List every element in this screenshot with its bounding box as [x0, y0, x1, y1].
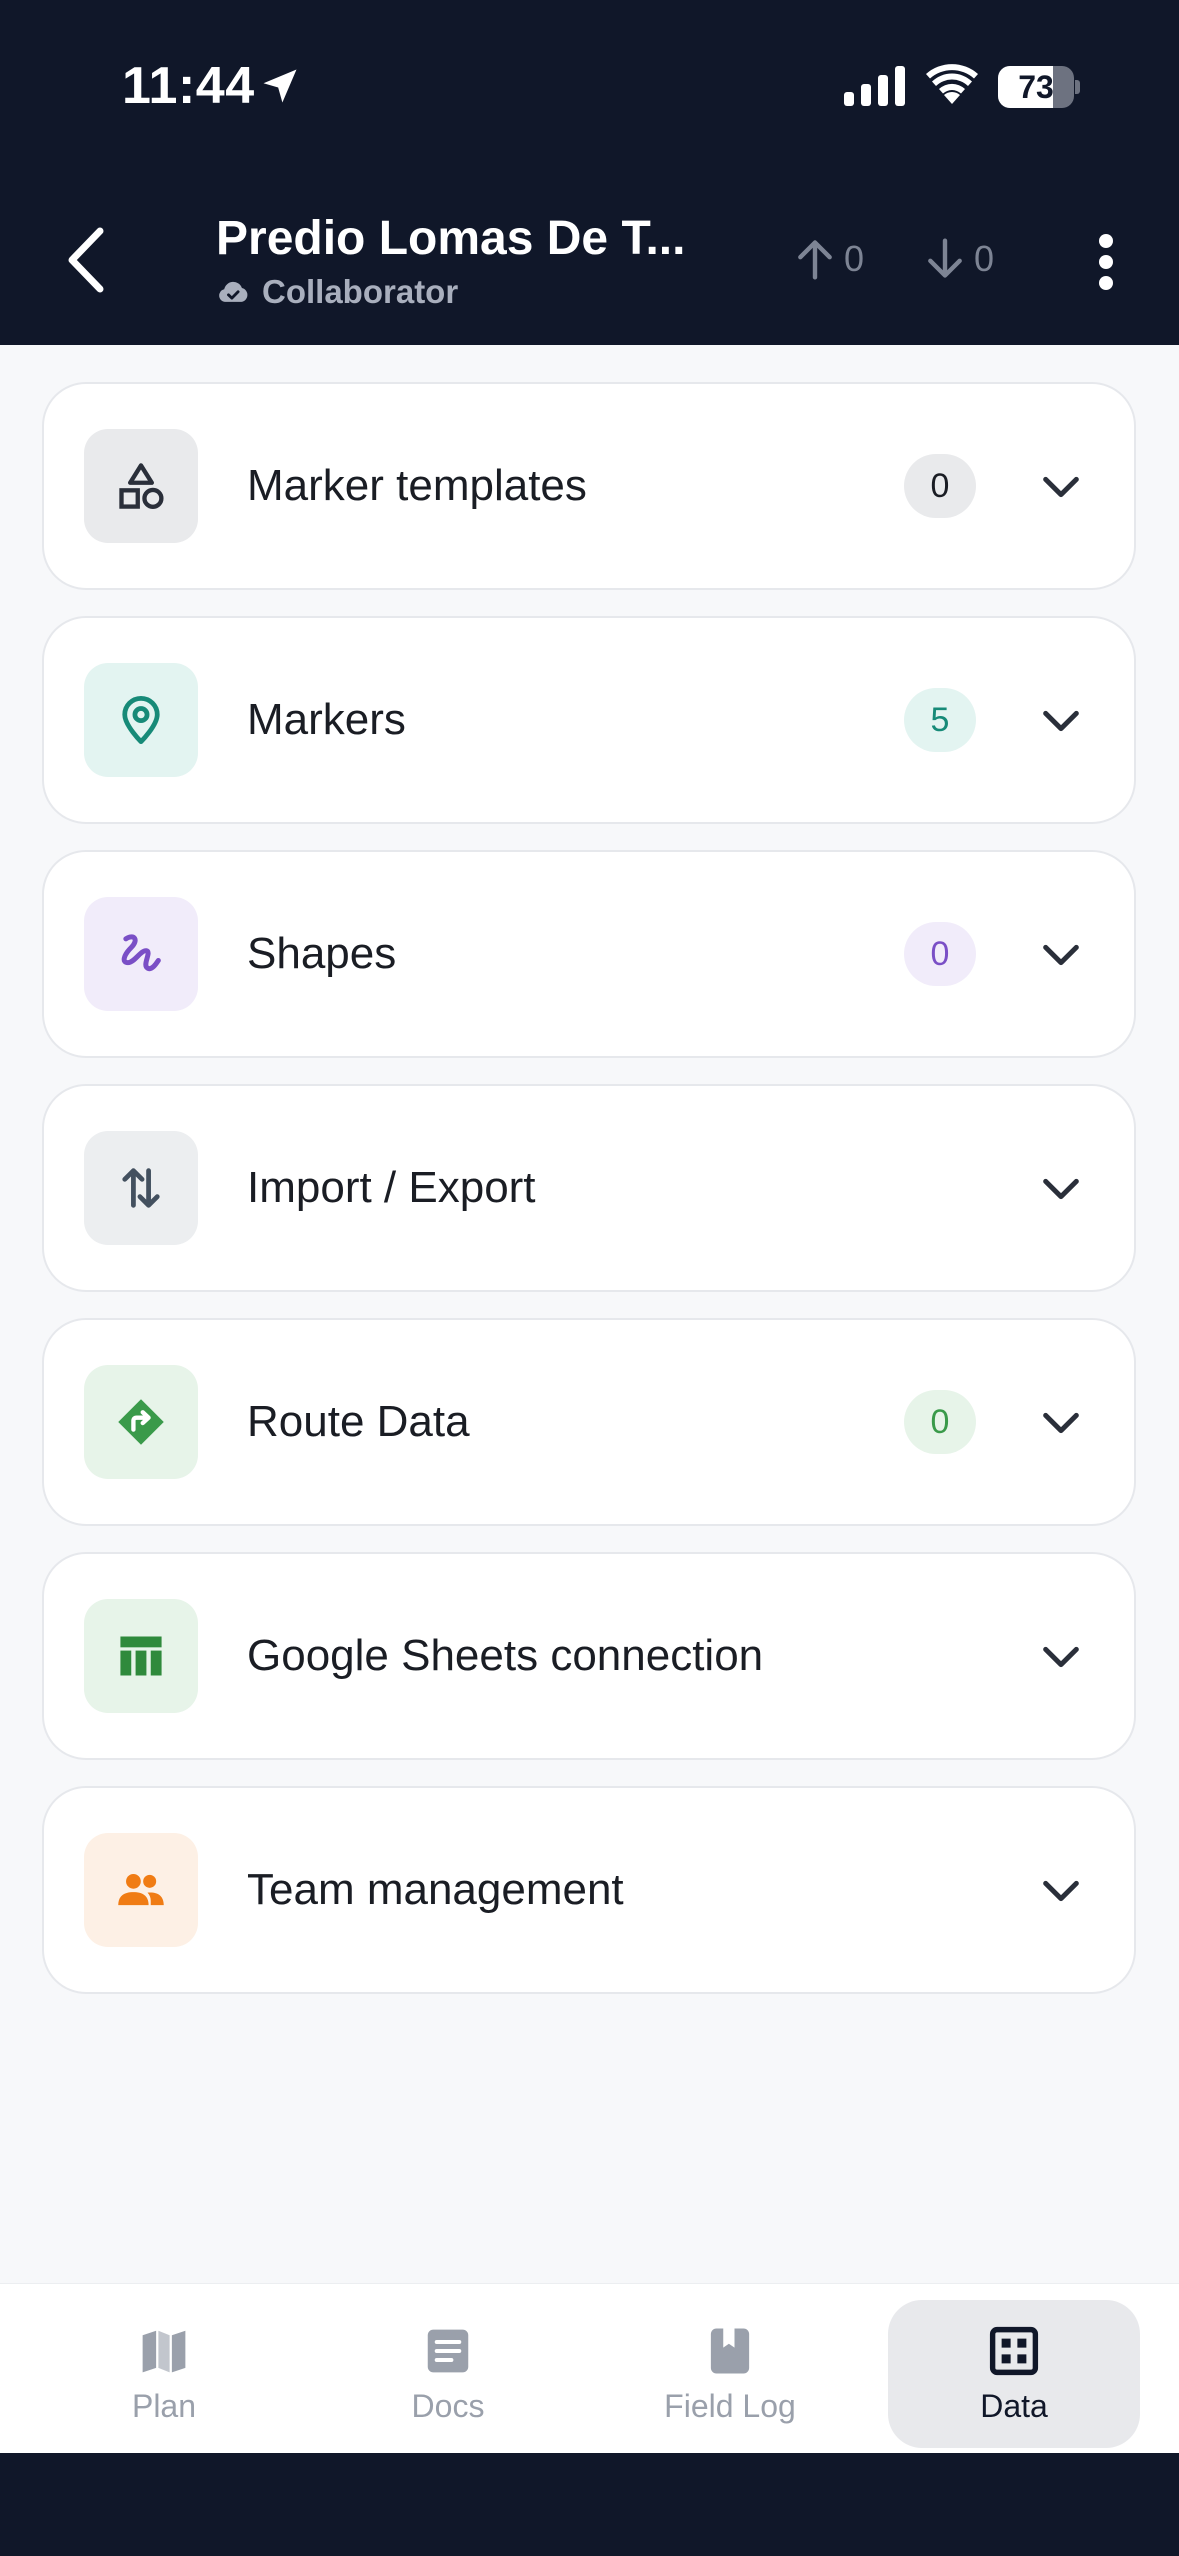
tab-plan[interactable]: Plan — [38, 2300, 290, 2448]
location-arrow-icon — [263, 69, 297, 103]
section-label: Marker templates — [247, 461, 587, 510]
tab-field-log[interactable]: Field Log — [604, 2300, 856, 2448]
home-indicator-area — [0, 2453, 1179, 2556]
chevron-left-icon — [68, 227, 104, 293]
role-label: Collaborator — [262, 273, 459, 310]
section-icon-box — [84, 663, 198, 777]
back-button[interactable] — [52, 220, 120, 300]
section-icon-box — [84, 1131, 198, 1245]
section-label: Google Sheets connection — [247, 1631, 764, 1680]
section-marker-templates[interactable]: Marker templates 0 — [42, 382, 1136, 590]
more-vertical-icon — [1099, 234, 1113, 290]
grid-icon — [989, 2326, 1039, 2375]
section-google-sheets[interactable]: Google Sheets connection — [42, 1552, 1136, 1760]
chevron-down-icon[interactable] — [1038, 1634, 1084, 1680]
map-icon — [142, 2330, 186, 2372]
more-options-button[interactable] — [1086, 227, 1126, 297]
section-team-management[interactable]: Team management — [42, 1786, 1136, 1994]
status-bar: 11:44 73 — [0, 0, 1179, 175]
battery-percent: 73 — [1018, 69, 1054, 105]
arrow-down-icon — [928, 238, 962, 278]
section-icon-box — [84, 897, 198, 1011]
data-sections-list: Marker templates 0 Markers 5 Shapes 0 Im… — [42, 382, 1136, 2020]
section-label: Markers — [247, 695, 406, 744]
cloud-check-icon — [219, 281, 248, 302]
arrow-up-icon — [798, 240, 832, 280]
tab-label: Docs — [411, 2387, 485, 2424]
import-export-icon — [122, 1168, 160, 1208]
battery-indicator: 73 — [998, 66, 1080, 108]
route-sign-icon — [118, 1399, 164, 1445]
cellular-signal-icon — [844, 66, 905, 106]
count-badge: 5 — [904, 688, 976, 752]
chevron-down-icon[interactable] — [1038, 1868, 1084, 1914]
wifi-icon — [926, 64, 978, 104]
project-header: Predio Lomas De T... Collaborator 0 0 — [0, 175, 1179, 345]
chevron-down-icon[interactable] — [1038, 1400, 1084, 1446]
role-indicator: Collaborator — [216, 273, 458, 311]
section-label: Import / Export — [247, 1163, 536, 1212]
map-pin-icon — [122, 695, 160, 745]
section-icon-box — [84, 429, 198, 543]
tab-label: Field Log — [664, 2387, 796, 2424]
download-status[interactable]: 0 — [926, 237, 994, 281]
scribble-icon — [121, 934, 161, 972]
chevron-down-icon[interactable] — [1038, 1166, 1084, 1212]
download-count: 0 — [974, 238, 995, 279]
bottom-tab-bar: Plan Docs Field Log Data — [0, 2283, 1179, 2453]
chevron-down-icon[interactable] — [1038, 698, 1084, 744]
section-icon-box — [84, 1599, 198, 1713]
section-icon-box — [84, 1833, 198, 1947]
document-icon — [427, 2329, 469, 2372]
shapes-icon — [119, 463, 164, 509]
status-time: 11:44 — [122, 57, 255, 115]
count-badge: 0 — [904, 1390, 976, 1454]
count-badge: 0 — [904, 454, 976, 518]
tab-label: Data — [980, 2387, 1048, 2424]
section-route-data[interactable]: Route Data 0 — [42, 1318, 1136, 1526]
tab-docs[interactable]: Docs — [322, 2300, 574, 2448]
section-label: Route Data — [247, 1397, 470, 1446]
project-title: Predio Lomas De T... — [216, 212, 686, 265]
people-icon — [118, 1873, 164, 1906]
upload-status[interactable]: 0 — [796, 237, 864, 281]
section-label: Shapes — [247, 929, 397, 978]
tab-data[interactable]: Data — [888, 2300, 1140, 2448]
section-markers[interactable]: Markers 5 — [42, 616, 1136, 824]
chevron-down-icon[interactable] — [1038, 932, 1084, 978]
count-badge: 0 — [904, 922, 976, 986]
top-bar: 11:44 73 Predio Lomas De T... Collaborat… — [0, 0, 1179, 345]
section-shapes[interactable]: Shapes 0 — [42, 850, 1136, 1058]
sheets-icon — [120, 1636, 162, 1676]
section-label: Team management — [247, 1865, 624, 1914]
section-import-export[interactable]: Import / Export — [42, 1084, 1136, 1292]
bookmark-book-icon — [710, 2328, 750, 2373]
upload-count: 0 — [844, 238, 865, 279]
tab-label: Plan — [131, 2387, 197, 2424]
chevron-down-icon[interactable] — [1038, 464, 1084, 510]
section-icon-box — [84, 1365, 198, 1479]
